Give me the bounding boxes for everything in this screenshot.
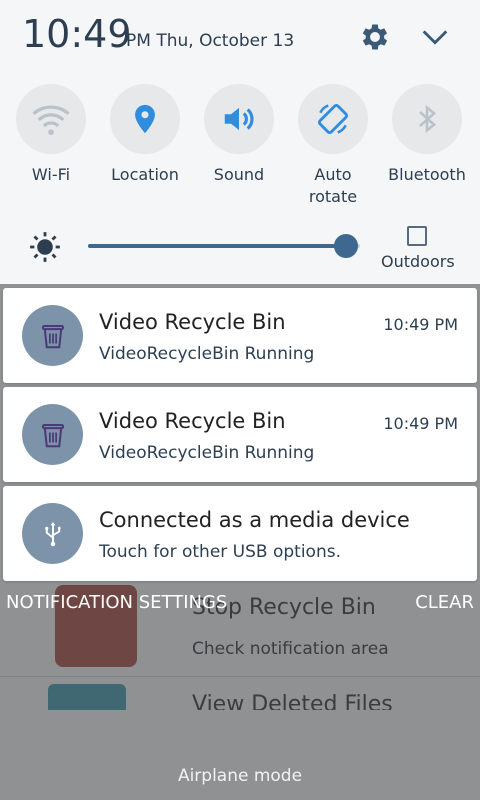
tile-label: Auto rotate <box>308 165 358 206</box>
notification-time: 10:49 PM <box>383 315 458 334</box>
speaker-icon <box>224 107 254 131</box>
bg-divider <box>0 676 480 677</box>
quick-settings-panel: 10:49 PM Thu, October 13 Wi-Fi Location <box>0 0 480 284</box>
trash-icon <box>41 324 64 348</box>
notification-time: 10:49 PM <box>383 414 458 433</box>
notification-subtitle: Touch for other USB options. <box>99 542 341 562</box>
notification-subtitle: VideoRecycleBin Running <box>99 443 315 463</box>
tile-location[interactable]: Location <box>100 84 190 186</box>
tile-sound[interactable]: Sound <box>194 84 284 186</box>
notification-card[interactable]: Video Recycle Bin VideoRecycleBin Runnin… <box>3 387 477 482</box>
brightness-slider[interactable] <box>88 244 360 248</box>
date[interactable]: PM Thu, October 13 <box>126 31 294 51</box>
notification-subtitle: VideoRecycleBin Running <box>99 344 315 364</box>
brightness-slider-thumb[interactable] <box>334 234 358 258</box>
outdoors-checkbox[interactable] <box>407 226 427 246</box>
bg-item-subtitle: Check notification area <box>192 639 389 659</box>
notification-card[interactable]: Video Recycle Bin VideoRecycleBin Runnin… <box>3 288 477 383</box>
tile-wifi[interactable]: Wi-Fi <box>6 84 96 186</box>
tile-label: Sound <box>213 165 265 184</box>
location-pin-icon <box>135 104 155 134</box>
notification-card[interactable]: Connected as a media device Touch for ot… <box>3 486 477 581</box>
tile-label: Wi-Fi <box>31 165 71 184</box>
clock: 10:49 <box>22 12 132 56</box>
outdoors-label: Outdoors <box>381 252 455 271</box>
auto-rotate-icon <box>318 104 348 134</box>
notification-title: Video Recycle Bin <box>99 409 286 433</box>
notification-title: Connected as a media device <box>99 508 410 532</box>
brightness-slider-fill <box>88 244 346 248</box>
usb-icon <box>44 521 60 546</box>
tile-label: Bluetooth <box>388 165 466 184</box>
trash-icon <box>41 423 64 447</box>
tile-auto-rotate[interactable]: Auto rotate <box>288 84 378 208</box>
notification-title: Video Recycle Bin <box>99 310 286 334</box>
bluetooth-icon <box>419 105 437 133</box>
shade-scrim <box>0 710 480 800</box>
clear-button[interactable]: CLEAR <box>415 592 474 613</box>
airplane-mode-label: Airplane mode <box>177 766 303 786</box>
chevron-down-icon[interactable] <box>418 20 452 54</box>
notification-settings-button[interactable]: NOTIFICATION SETTINGS <box>6 592 227 613</box>
gear-icon[interactable] <box>358 20 392 54</box>
tile-bluetooth[interactable]: Bluetooth <box>382 84 472 186</box>
tile-label: Location <box>111 165 179 184</box>
wifi-icon <box>32 105 70 135</box>
brightness-icon <box>30 232 60 262</box>
